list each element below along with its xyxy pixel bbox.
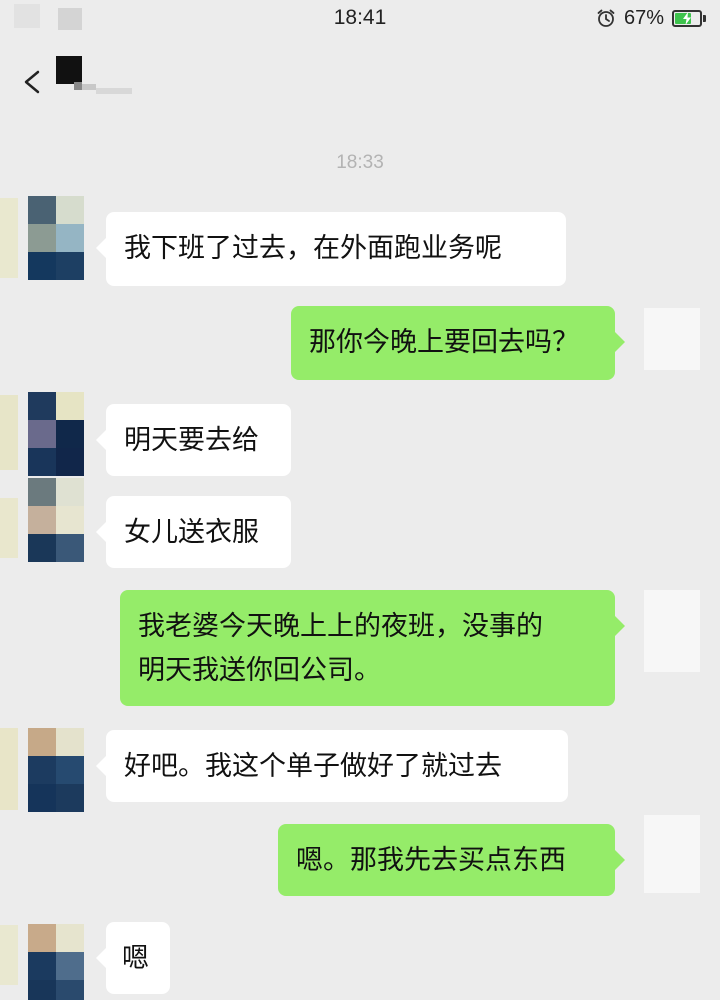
status-bar: 18:41 67% — [0, 0, 720, 38]
message-bubble-incoming[interactable]: 我下班了过去，在外面跑业务呢 — [96, 212, 566, 286]
self-avatar[interactable] — [644, 590, 700, 672]
self-avatar[interactable] — [644, 815, 700, 893]
contact-avatar[interactable] — [28, 728, 84, 812]
message-bubble-incoming[interactable]: 好吧。我这个单子做好了就过去 — [96, 730, 568, 802]
contact-avatar[interactable] — [28, 196, 84, 280]
edge-blur — [0, 728, 18, 810]
edge-blur — [0, 498, 18, 558]
message-bubble-incoming[interactable]: 明天要去给 — [96, 404, 291, 476]
message-timestamp: 18:33 — [336, 152, 384, 173]
contact-avatar[interactable] — [28, 924, 84, 1000]
contact-name-redacted — [56, 52, 136, 94]
chat-header — [0, 44, 720, 104]
message-bubble-outgoing[interactable]: 那你今晚上要回去吗？ — [291, 306, 625, 380]
battery-charging-icon — [672, 9, 706, 27]
chat-screen: 18:41 67% 18:33 我下班了过去，在外面跑业务呢 那你今晚上要回去吗… — [0, 0, 720, 1000]
self-avatar[interactable] — [644, 308, 700, 370]
contact-avatar[interactable] — [28, 478, 84, 562]
edge-blur — [0, 395, 18, 470]
edge-blur — [0, 198, 18, 278]
message-bubble-outgoing[interactable]: 嗯。那我先去买点东西 — [278, 824, 625, 896]
edge-blur — [0, 925, 18, 985]
status-right-group: 67% — [596, 5, 706, 31]
message-bubble-outgoing[interactable]: 我老婆今天晚上上的夜班，没事的 明天我送你回公司。 — [120, 590, 625, 706]
contact-avatar[interactable] — [28, 392, 84, 476]
battery-percent: 67% — [623, 6, 664, 29]
message-bubble-incoming[interactable]: 女儿送衣服 — [96, 496, 291, 568]
chevron-left-icon[interactable] — [22, 70, 42, 98]
message-bubble-incoming[interactable]: 嗯 — [96, 922, 170, 994]
alarm-clock-icon — [596, 8, 616, 28]
